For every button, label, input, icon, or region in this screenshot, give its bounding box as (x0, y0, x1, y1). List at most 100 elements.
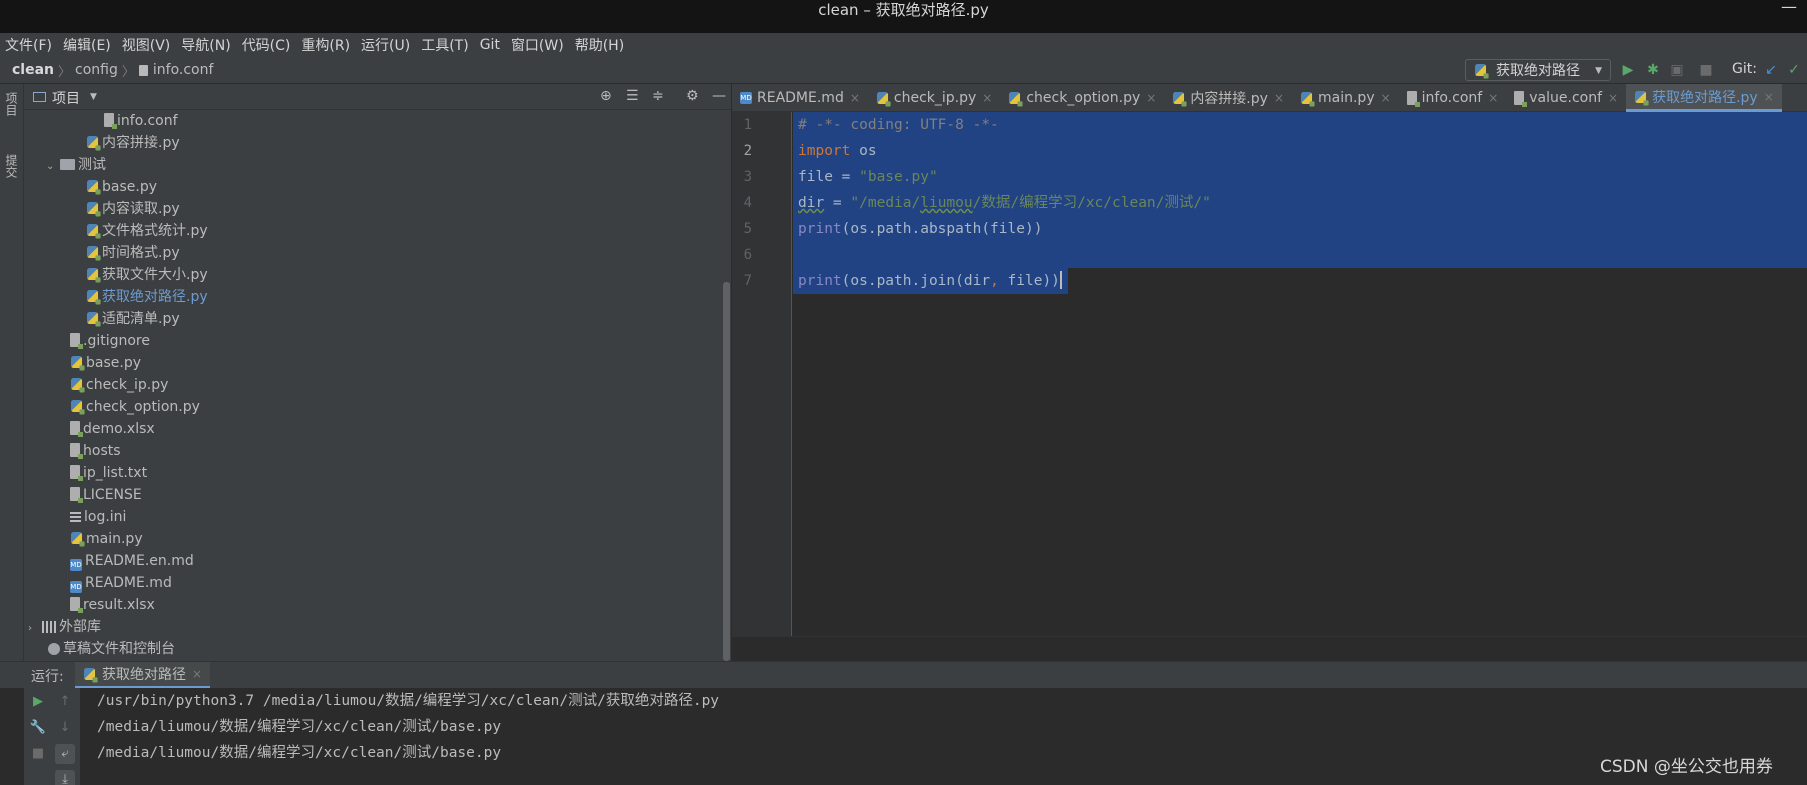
tree-item[interactable]: base.py (86, 176, 157, 198)
menu-run[interactable]: 运行(U) (361, 35, 410, 55)
run-tab[interactable]: 获取绝对路径 × (75, 662, 211, 689)
tab-value-conf[interactable]: value.conf × (1506, 84, 1626, 112)
soft-wrap-icon[interactable]: ⤶ (55, 744, 75, 764)
rerun-icon[interactable]: ▶ (28, 692, 48, 712)
tree-item[interactable]: result.xlsx (70, 594, 155, 616)
menu-file[interactable]: 文件(F) (5, 35, 52, 55)
stop-icon[interactable]: ■ (28, 744, 48, 764)
tree-item[interactable]: 文件格式统计.py (86, 220, 208, 242)
tree-item[interactable]: 内容拼接.py (86, 132, 180, 154)
gear-icon[interactable]: ⚙ (686, 88, 699, 104)
minimize-button[interactable]: — (1781, 0, 1797, 15)
close-icon[interactable]: × (192, 667, 202, 681)
tree-item[interactable]: .gitignore (70, 330, 150, 352)
menu-code[interactable]: 代码(C) (242, 35, 291, 55)
debug-icon[interactable]: ✱ (1644, 61, 1662, 79)
tree-scrollbar[interactable] (723, 282, 730, 661)
git-update-icon[interactable]: ↙ (1762, 61, 1780, 79)
tab-check-option[interactable]: check_option.py × (1000, 84, 1164, 112)
library-icon (42, 621, 56, 633)
menu-tools[interactable]: 工具(T) (421, 35, 468, 55)
tree-item[interactable]: hosts (70, 440, 121, 462)
text-file-icon (70, 597, 83, 613)
tree-item[interactable]: MD README.md (70, 572, 172, 594)
tab-readme-md[interactable]: MD README.md × (732, 84, 868, 112)
tab-main[interactable]: main.py × (1292, 84, 1399, 112)
chevron-down-icon[interactable]: ▼ (90, 92, 97, 102)
project-icon (33, 92, 46, 102)
tree-item[interactable]: demo.xlsx (70, 418, 155, 440)
close-icon[interactable]: × (1608, 91, 1618, 105)
tree-item[interactable]: log.ini (70, 506, 126, 528)
tree-item[interactable]: MD README.en.md (70, 550, 194, 572)
tab-info-conf[interactable]: info.conf × (1399, 84, 1507, 112)
wrench-icon[interactable]: 🔧 (28, 718, 48, 738)
code-token: /数据/编程学习/xc/clean/测试/" (972, 195, 1211, 211)
hide-panel-icon[interactable]: — (712, 88, 726, 104)
collapse-all-icon[interactable]: ≑ (652, 88, 664, 104)
chevron-down-icon[interactable]: ⌄ (46, 156, 60, 178)
code-token: dir (798, 195, 825, 211)
menu-edit[interactable]: 编辑(E) (63, 35, 111, 55)
tree-item[interactable]: 时间格式.py (86, 242, 180, 264)
close-icon[interactable]: × (1764, 90, 1774, 104)
tree-item[interactable]: main.py (70, 528, 143, 550)
menu-view[interactable]: 视图(V) (122, 35, 171, 55)
git-commit-icon[interactable]: ✓ (1785, 61, 1803, 79)
close-icon[interactable]: × (1146, 91, 1156, 105)
menu-navigate[interactable]: 导航(N) (181, 35, 230, 55)
run-icon[interactable]: ▶ (1619, 61, 1637, 79)
run-configuration-select[interactable]: 获取绝对路径 ▼ (1465, 59, 1611, 81)
project-panel-title[interactable]: 项目 (52, 88, 80, 108)
arrow-up-icon[interactable]: ↑ (55, 692, 75, 712)
scroll-to-end-icon[interactable]: ⤓ (55, 770, 75, 785)
tree-item[interactable]: info.conf (104, 110, 178, 132)
expand-all-icon[interactable]: ☰ (626, 88, 639, 104)
tree-item[interactable]: base.py (70, 352, 141, 374)
tab-check-ip[interactable]: check_ip.py × (868, 84, 1000, 112)
run-configuration-label: 获取绝对路径 (1496, 63, 1580, 79)
python-file-icon (83, 668, 98, 683)
tab-get-abspath[interactable]: 获取绝对路径.py × (1626, 84, 1782, 112)
tree-folder[interactable]: › 外部库 (28, 616, 101, 638)
tree-item[interactable]: 草稿文件和控制台 (48, 638, 175, 660)
stop-icon[interactable]: ■ (1697, 61, 1715, 79)
tree-item[interactable]: 内容读取.py (86, 198, 180, 220)
tree-item[interactable]: ip_list.txt (70, 462, 147, 484)
tree-item[interactable]: 适配清单.py (86, 308, 180, 330)
chevron-down-icon: ▼ (1595, 66, 1602, 76)
line-number: 3 (743, 169, 752, 185)
text-cursor (1059, 271, 1062, 289)
menu-git[interactable]: Git (480, 37, 500, 53)
tree-folder[interactable]: ⌄ 测试 (46, 154, 106, 176)
code-editor[interactable]: # -*- coding: UTF-8 -*- import os file =… (793, 112, 1807, 636)
tree-item[interactable]: LICENSE (70, 484, 142, 506)
menu-window[interactable]: 窗口(W) (511, 35, 564, 55)
tool-tab-commit[interactable]: 提交 (4, 154, 20, 178)
tool-tab-project[interactable]: 项目 (4, 92, 20, 116)
tree-item[interactable]: 获取文件大小.py (86, 264, 208, 286)
locate-file-icon[interactable]: ⊕ (600, 88, 612, 104)
close-icon[interactable]: × (1488, 91, 1498, 105)
close-icon[interactable]: × (982, 91, 992, 105)
breadcrumb-file[interactable]: info.conf (153, 62, 214, 78)
menu-refactor[interactable]: 重构(R) (301, 35, 350, 55)
text-file-icon (1406, 91, 1420, 107)
tree-item-selected[interactable]: 获取绝对路径.py (86, 286, 208, 308)
chevron-right-icon[interactable]: › (28, 618, 42, 640)
breadcrumb-project[interactable]: clean (12, 62, 54, 78)
tree-item[interactable]: check_ip.py (70, 374, 168, 396)
breadcrumb-folder[interactable]: config (75, 62, 118, 78)
menu-help[interactable]: 帮助(H) (575, 35, 624, 55)
coverage-icon[interactable]: ▣ (1668, 61, 1686, 79)
code-token: (os.path.abspath(file)) (841, 221, 1043, 237)
editor-bottom-area (732, 636, 1807, 661)
close-icon[interactable]: × (850, 91, 860, 105)
tree-item[interactable]: check_option.py (70, 396, 200, 418)
code-line: print(os.path.abspath(file)) (798, 216, 1042, 242)
left-tool-strip: 项目 提交 (0, 84, 24, 661)
tab-content-join[interactable]: 内容拼接.py × (1164, 84, 1292, 112)
close-icon[interactable]: × (1274, 91, 1284, 105)
close-icon[interactable]: × (1381, 91, 1391, 105)
arrow-down-icon[interactable]: ↓ (55, 718, 75, 738)
